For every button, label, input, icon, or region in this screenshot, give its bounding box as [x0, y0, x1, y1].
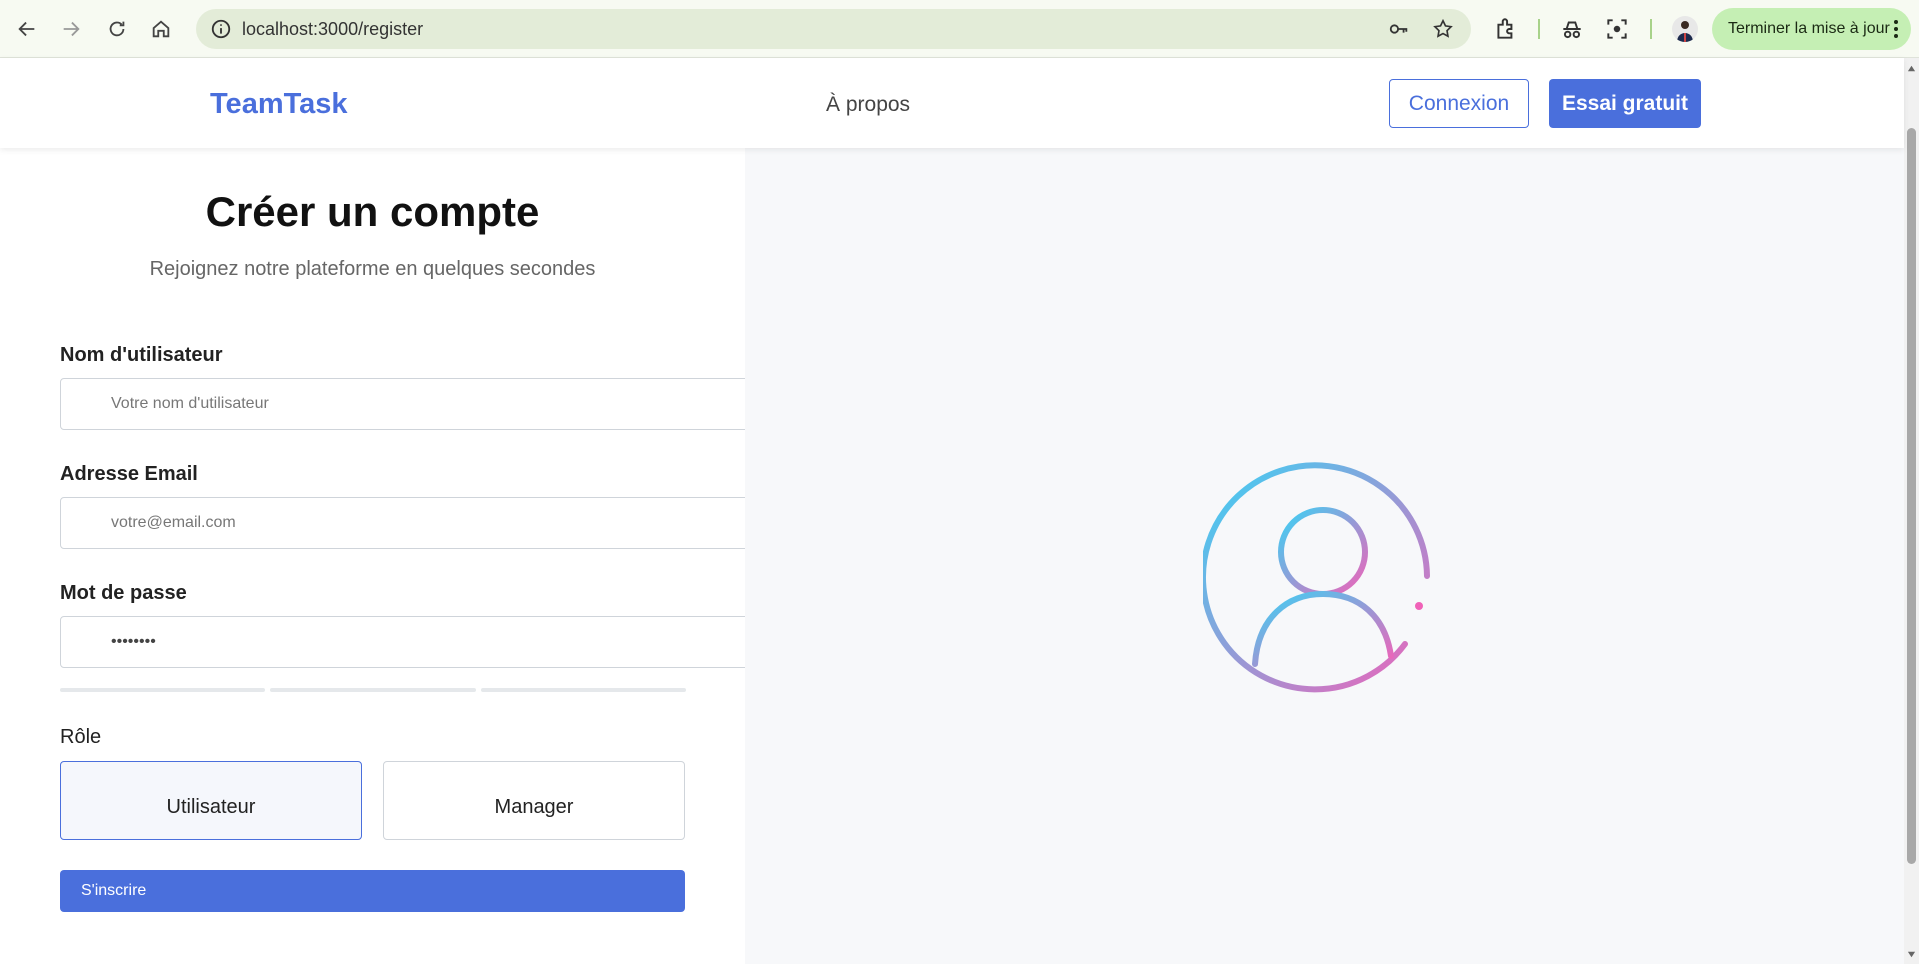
scroll-down-icon[interactable]	[1907, 950, 1916, 959]
back-button[interactable]	[12, 12, 42, 46]
strength-segment	[270, 688, 476, 692]
star-icon[interactable]	[1432, 18, 1454, 40]
scroll-thumb[interactable]	[1907, 128, 1916, 864]
brand-logo[interactable]: TeamTask	[210, 88, 348, 121]
incognito-icon[interactable]	[1559, 16, 1585, 42]
forward-arrow-icon	[63, 21, 80, 37]
reload-button[interactable]	[102, 12, 132, 46]
toolbar-divider	[1650, 19, 1652, 39]
username-input[interactable]: Votre nom d'utilisateur	[60, 378, 757, 430]
role-option-user[interactable]: Utilisateur	[60, 761, 362, 840]
profile-avatar[interactable]	[1672, 16, 1698, 42]
reload-icon	[109, 21, 125, 37]
role-option-manager[interactable]: Manager	[383, 761, 685, 840]
scroll-up-icon[interactable]	[1907, 64, 1916, 73]
home-button[interactable]	[146, 12, 176, 46]
password-strength-meter	[60, 688, 686, 692]
extensions-icon[interactable]	[1493, 16, 1519, 42]
register-button[interactable]: S'inscrire	[60, 870, 685, 912]
back-arrow-icon	[18, 21, 35, 37]
key-icon[interactable]	[1388, 18, 1410, 40]
role-label: Rôle	[60, 726, 102, 748]
address-bar[interactable]: localhost:3000/register	[196, 9, 1471, 49]
url-text[interactable]: localhost:3000/register	[242, 19, 423, 40]
screenshot-lens-icon[interactable]	[1604, 16, 1630, 42]
update-button[interactable]: Terminer la mise à jour	[1712, 8, 1911, 50]
password-input[interactable]: ••••••••	[60, 616, 757, 668]
page-subtitle: Rejoignez notre plateforme en quelques s…	[149, 258, 596, 280]
register-form-panel: Créer un compte Rejoignez notre platefor…	[0, 148, 757, 964]
strength-segment	[60, 688, 266, 692]
profile-picture-icon	[1677, 21, 1693, 42]
illustration-panel	[745, 148, 1904, 964]
site-info-icon[interactable]	[210, 18, 232, 40]
user-circle-icon	[1203, 462, 1430, 693]
page-title: Créer un compte	[205, 188, 540, 235]
site-header: TeamTask À propos Connexion Essai gratui…	[0, 58, 1904, 148]
username-label: Nom d'utilisateur	[60, 344, 223, 366]
password-label: Mot de passe	[60, 582, 187, 604]
forward-button[interactable]	[56, 12, 86, 46]
login-button[interactable]: Connexion	[1389, 79, 1529, 128]
toolbar-divider	[1538, 19, 1540, 39]
page-scrollbar[interactable]	[1904, 58, 1919, 964]
email-label: Adresse Email	[60, 463, 198, 485]
strength-segment	[480, 688, 686, 692]
browser-toolbar: localhost:3000/register Terminer la mise…	[0, 0, 1919, 58]
nav-link-about[interactable]: À propos	[826, 93, 910, 117]
home-icon	[152, 20, 170, 38]
free-trial-button[interactable]: Essai gratuit	[1549, 79, 1701, 128]
more-menu-icon	[1894, 20, 1898, 38]
email-input[interactable]: votre@email.com	[60, 497, 757, 549]
update-button-label: Terminer la mise à jour	[1728, 20, 1890, 37]
